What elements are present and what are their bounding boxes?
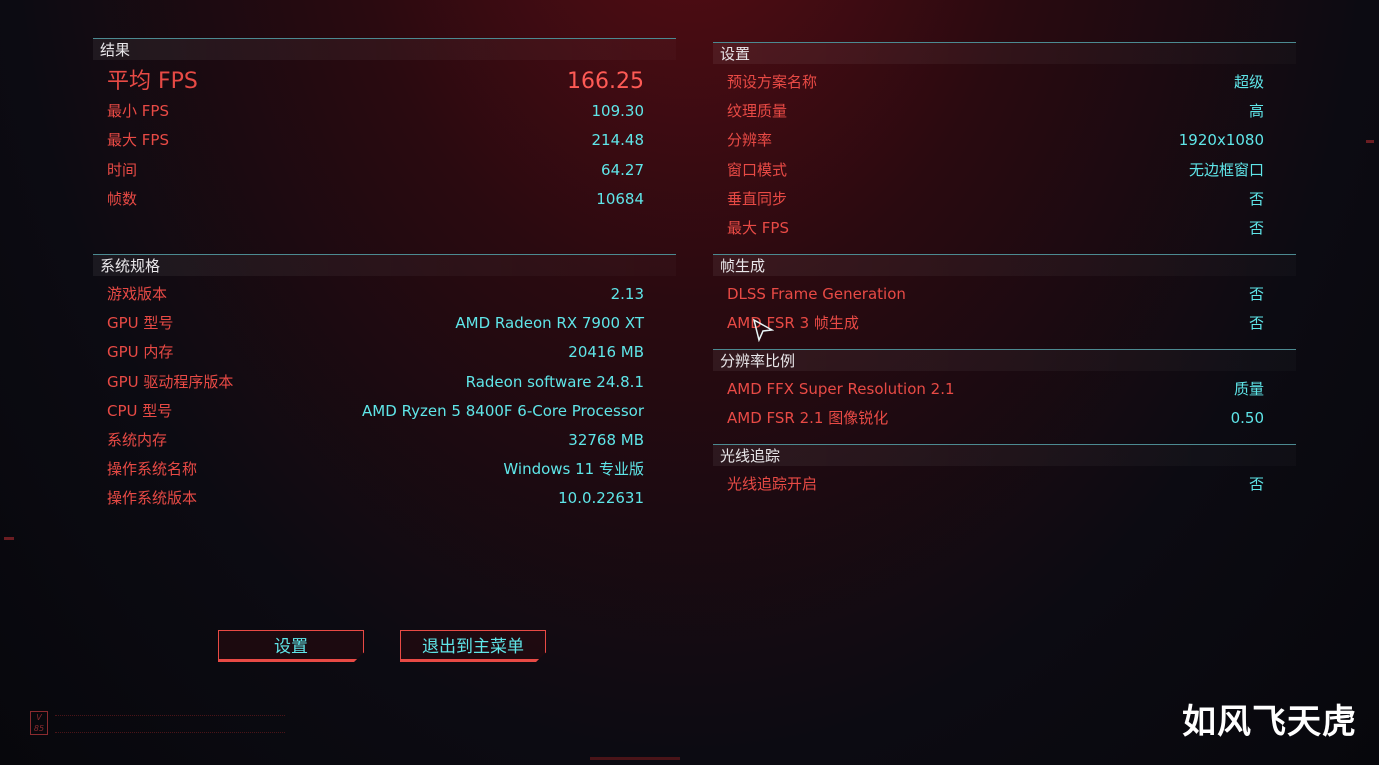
settings-value: 无边框窗口 [1188, 161, 1264, 179]
decorative-marker-left [4, 537, 14, 540]
res-scaling-row: AMD FFX Super Resolution 2.1 质量 [713, 377, 1296, 401]
system-row: 游戏版本 2.13 [93, 282, 676, 306]
settings-value: 1920x1080 [1178, 131, 1264, 149]
result-row-time: 时间 64.27 [93, 158, 676, 182]
settings-value: 超级 [1233, 73, 1264, 91]
res-scaling-value: 0.50 [1230, 409, 1264, 427]
system-row: 操作系统名称 Windows 11 专业版 [93, 457, 676, 481]
system-label: 操作系统版本 [107, 489, 198, 507]
system-row: GPU 内存 20416 MB [93, 340, 676, 364]
settings-row: 预设方案名称 超级 [713, 70, 1296, 94]
system-label: 操作系统名称 [107, 460, 198, 478]
res-scaling-label: AMD FFX Super Resolution 2.1 [727, 380, 955, 398]
ray-tracing-panel: 光线追踪 光线追踪开启 否 [713, 439, 1296, 505]
system-label: GPU 型号 [107, 314, 174, 332]
settings-label: 分辨率 [727, 131, 773, 149]
decorative-marker-right [1366, 140, 1374, 143]
settings-label: 垂直同步 [727, 190, 788, 208]
system-value: 32768 MB [568, 431, 644, 449]
ray-tracing-header: 光线追踪 [713, 444, 1296, 466]
settings-label: 窗口模式 [727, 161, 788, 179]
frame-gen-value: 否 [1248, 314, 1264, 332]
system-value: AMD Radeon RX 7900 XT [455, 314, 644, 332]
system-row: 操作系统版本 10.0.22631 [93, 486, 676, 510]
result-label: 时间 [107, 161, 138, 179]
settings-label: 最大 FPS [727, 219, 789, 237]
result-row-frames: 帧数 10684 [93, 187, 676, 211]
system-row: GPU 驱动程序版本 Radeon software 24.8.1 [93, 370, 676, 394]
result-label: 最小 FPS [107, 102, 169, 120]
res-scaling-row: AMD FSR 2.1 图像锐化 0.50 [713, 406, 1296, 430]
res-scaling-panel: 分辨率比例 AMD FFX Super Resolution 2.1 质量 AM… [713, 344, 1296, 439]
system-label: 游戏版本 [107, 285, 168, 303]
system-label: 系统内存 [107, 431, 168, 449]
result-label: 帧数 [107, 190, 138, 208]
frame-gen-row: AMD FSR 3 帧生成 否 [713, 311, 1296, 335]
results-header: 结果 [93, 38, 676, 60]
system-row: 系统内存 32768 MB [93, 428, 676, 452]
system-label: GPU 驱动程序版本 [107, 373, 234, 391]
system-label: GPU 内存 [107, 343, 174, 361]
frame-gen-value: 否 [1248, 285, 1264, 303]
exit-to-main-menu-button[interactable]: 退出到主菜单 [400, 630, 546, 662]
settings-row: 纹理质量 高 [713, 99, 1296, 123]
system-value: Windows 11 专业版 [503, 460, 644, 478]
ray-tracing-label: 光线追踪开启 [727, 475, 818, 493]
settings-row: 最大 FPS 否 [713, 216, 1296, 240]
res-scaling-header: 分辨率比例 [713, 349, 1296, 371]
frame-gen-label: AMD FSR 3 帧生成 [727, 314, 859, 332]
res-scaling-value: 质量 [1233, 380, 1264, 398]
logo-badge: V 85 [30, 711, 48, 735]
frame-gen-row: DLSS Frame Generation 否 [713, 282, 1296, 306]
settings-value: 否 [1248, 190, 1264, 208]
result-value: 109.30 [591, 102, 645, 120]
result-label: 最大 FPS [107, 131, 169, 149]
system-row: CPU 型号 AMD Ryzen 5 8400F 6-Core Processo… [93, 399, 676, 423]
avg-fps-label: 平均 FPS [107, 69, 198, 94]
system-panel: 系统规格 游戏版本 2.13 GPU 型号 AMD Radeon RX 7900… [93, 250, 676, 520]
settings-label: 纹理质量 [727, 102, 788, 120]
results-panel: 结果 平均 FPS 166.25 最小 FPS 109.30 最大 FPS 21… [93, 38, 676, 250]
settings-row: 垂直同步 否 [713, 187, 1296, 211]
settings-panel: 设置 预设方案名称 超级 纹理质量 高 分辨率 1920x1080 窗口模式 无… [713, 37, 1296, 249]
result-value: 64.27 [601, 161, 644, 179]
decorative-marker-bottom [590, 757, 680, 760]
system-value: 20416 MB [568, 343, 644, 361]
settings-button[interactable]: 设置 [218, 630, 364, 662]
system-value: AMD Ryzen 5 8400F 6-Core Processor [362, 402, 644, 420]
settings-value: 否 [1248, 219, 1264, 237]
frame-gen-header: 帧生成 [713, 254, 1296, 276]
settings-value: 高 [1248, 102, 1264, 120]
result-row-min-fps: 最小 FPS 109.30 [93, 99, 676, 123]
system-value: 2.13 [610, 285, 644, 303]
system-header: 系统规格 [93, 254, 676, 276]
system-value: Radeon software 24.8.1 [465, 373, 644, 391]
avg-fps-value: 166.25 [567, 69, 644, 94]
ray-tracing-row: 光线追踪开启 否 [713, 472, 1296, 496]
decorative-fine-print [55, 715, 285, 733]
frame-gen-label: DLSS Frame Generation [727, 285, 906, 303]
system-value: 10.0.22631 [558, 489, 644, 507]
system-row: GPU 型号 AMD Radeon RX 7900 XT [93, 311, 676, 335]
res-scaling-label: AMD FSR 2.1 图像锐化 [727, 409, 889, 427]
avg-fps-row: 平均 FPS 166.25 [93, 70, 676, 94]
watermark-text: 如风飞天虎 [1182, 702, 1357, 742]
settings-header: 设置 [713, 42, 1296, 64]
settings-row: 窗口模式 无边框窗口 [713, 158, 1296, 182]
result-value: 10684 [596, 190, 644, 208]
mouse-cursor-icon [752, 318, 774, 342]
result-row-max-fps: 最大 FPS 214.48 [93, 128, 676, 152]
frame-gen-panel: 帧生成 DLSS Frame Generation 否 AMD FSR 3 帧生… [713, 249, 1296, 344]
result-value: 214.48 [591, 131, 645, 149]
system-label: CPU 型号 [107, 402, 173, 420]
settings-row: 分辨率 1920x1080 [713, 128, 1296, 152]
ray-tracing-value: 否 [1248, 475, 1264, 493]
settings-label: 预设方案名称 [727, 73, 818, 91]
